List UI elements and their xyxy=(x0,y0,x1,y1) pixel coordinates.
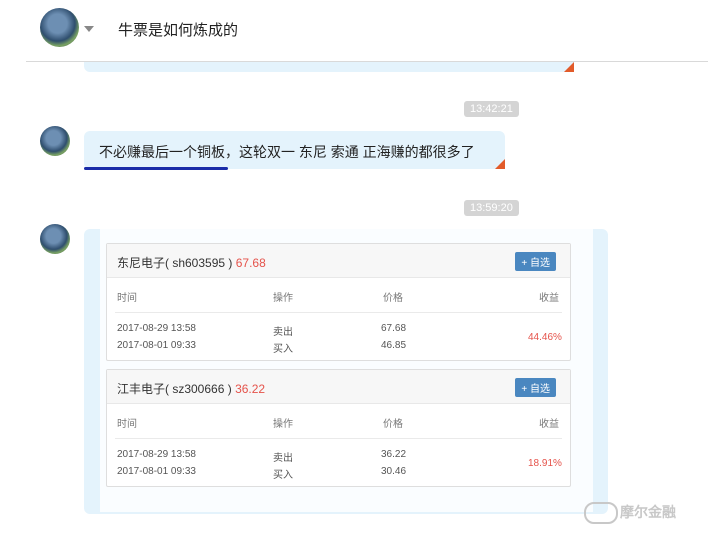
col-time: 时间 xyxy=(117,293,137,304)
trade-action: 买入 xyxy=(273,344,293,355)
trade-action: 卖出 xyxy=(273,453,293,464)
add-to-watchlist-button[interactable]: + 自选 xyxy=(515,378,556,397)
col-time: 时间 xyxy=(117,419,137,430)
message-bubble: 东尼电子( sh603595 ) 67.68 + 自选 时间 操作 价格 收益 … xyxy=(84,229,608,514)
col-action: 操作 xyxy=(273,293,293,304)
col-price: 价格 xyxy=(383,419,403,430)
stock-current-price: 36.22 xyxy=(235,382,266,396)
message-timestamp: 13:59:20 xyxy=(464,200,519,216)
trade-time: 2017-08-01 09:33 xyxy=(117,466,196,477)
trade-time: 2017-08-01 09:33 xyxy=(117,340,196,351)
trade-price: 46.85 xyxy=(381,340,407,351)
sender-avatar[interactable] xyxy=(40,126,70,156)
trade-price: 30.46 xyxy=(381,466,407,477)
message-timestamp: 13:42:21 xyxy=(464,101,519,117)
trade-price: 67.68 xyxy=(381,323,407,334)
previous-message-bubble xyxy=(84,62,574,72)
highlight-underline xyxy=(84,167,228,170)
chat-avatar[interactable] xyxy=(40,8,79,47)
trade-time: 2017-08-29 13:58 xyxy=(117,449,196,460)
col-yield: 收益 xyxy=(539,293,559,304)
message-text: 不必赚最后一个铜板，这轮双一 东尼 索通 正海赚的都很多了 xyxy=(99,144,475,160)
stock-card[interactable]: 江丰电子( sz300666 ) 36.22 + 自选 时间 操作 价格 收益 … xyxy=(106,369,571,487)
corner-mark-icon xyxy=(564,62,574,72)
trade-time: 2017-08-29 13:58 xyxy=(117,323,196,334)
stock-current-price: 67.68 xyxy=(235,256,266,270)
message-bubble: 不必赚最后一个铜板，这轮双一 东尼 索通 正海赚的都很多了 xyxy=(84,131,505,169)
chat-title: 牛票是如何炼成的 xyxy=(118,22,239,39)
watermark-logo-icon xyxy=(584,502,618,524)
trade-yield: 18.91% xyxy=(528,458,562,469)
stock-card[interactable]: 东尼电子( sh603595 ) 67.68 + 自选 时间 操作 价格 收益 … xyxy=(106,243,571,361)
col-action: 操作 xyxy=(273,419,293,430)
stock-name: 江丰电子( sz300666 ) xyxy=(117,382,232,396)
corner-mark-icon xyxy=(495,159,505,169)
stock-card-header: 东尼电子( sh603595 ) 67.68 + 自选 xyxy=(107,244,570,278)
trade-action: 买入 xyxy=(273,470,293,481)
trade-price: 36.22 xyxy=(381,449,407,460)
row-divider xyxy=(115,312,562,313)
stock-card-header: 江丰电子( sz300666 ) 36.22 + 自选 xyxy=(107,370,570,404)
col-price: 价格 xyxy=(383,293,403,304)
row-divider xyxy=(115,438,562,439)
chevron-down-icon[interactable] xyxy=(84,26,94,32)
stock-name: 东尼电子( sh603595 ) xyxy=(117,256,233,270)
trade-yield: 44.46% xyxy=(528,332,562,343)
add-to-watchlist-button[interactable]: + 自选 xyxy=(515,252,556,271)
col-yield: 收益 xyxy=(539,419,559,430)
sender-avatar[interactable] xyxy=(40,224,70,254)
trade-action: 卖出 xyxy=(273,327,293,338)
watermark-text: 摩尔金融 xyxy=(620,504,676,520)
